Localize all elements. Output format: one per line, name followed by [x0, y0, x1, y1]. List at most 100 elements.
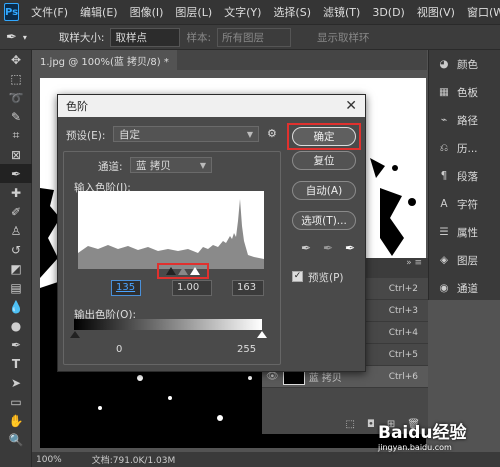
- ok-button[interactable]: 确定: [292, 127, 356, 146]
- histogram: [78, 191, 264, 269]
- eyedropper-icon[interactable]: ✒: [6, 30, 17, 45]
- channel-select[interactable]: 蓝 拷贝 ▼: [130, 157, 212, 173]
- menu-select[interactable]: 选择(S): [267, 4, 317, 20]
- preset-select[interactable]: 自定 ▼: [113, 126, 259, 142]
- panel-properties[interactable]: ☰ 属性: [429, 218, 500, 246]
- options-button[interactable]: 选项(T)...: [292, 211, 356, 230]
- dropdown-arrow-icon[interactable]: ▾: [23, 33, 27, 42]
- panel-character[interactable]: A 字符: [429, 190, 500, 218]
- input-gamma-slider[interactable]: [178, 267, 188, 275]
- history-icon: ⎌: [439, 141, 449, 154]
- input-white-slider[interactable]: [190, 267, 200, 275]
- input-gamma-field[interactable]: 1.00: [172, 280, 212, 296]
- output-white-slider[interactable]: [257, 331, 267, 338]
- palette-icon: ◕: [439, 58, 449, 70]
- menu-type[interactable]: 文字(Y): [218, 4, 267, 20]
- dialog-titlebar: 色阶 ✕: [58, 95, 365, 117]
- blur-tool-icon[interactable]: 💧: [0, 297, 32, 316]
- menu-layer[interactable]: 图层(L): [169, 4, 218, 20]
- menu-edit[interactable]: 编辑(E): [74, 4, 124, 20]
- black-point-eyedropper-icon[interactable]: ✒: [298, 241, 314, 255]
- channels-icon: ◉: [439, 282, 449, 294]
- white-point-eyedropper-icon[interactable]: ✒: [342, 241, 358, 255]
- eye-icon[interactable]: 👁: [266, 371, 279, 382]
- panel-history[interactable]: ⎌ 历...: [429, 134, 500, 162]
- menu-3d[interactable]: 3D(D): [366, 6, 411, 19]
- layers-icon: ◈: [439, 254, 449, 266]
- preset-options-gear-icon[interactable]: ⚙: [267, 127, 277, 140]
- paths-icon: ⌁: [440, 114, 448, 126]
- photoshop-logo: Ps: [4, 3, 20, 21]
- path-select-tool-icon[interactable]: ➤: [0, 373, 32, 392]
- output-black-slider[interactable]: [70, 331, 80, 338]
- document-tab-bar: 1.jpg @ 100%(蓝 拷贝/8) *: [32, 50, 427, 70]
- clone-stamp-tool-icon[interactable]: ♙: [0, 221, 32, 240]
- auto-button[interactable]: 自动(A): [292, 181, 356, 200]
- document-tab[interactable]: 1.jpg @ 100%(蓝 拷贝/8) *: [32, 50, 177, 70]
- eyedropper-tool-icon[interactable]: ✒: [0, 164, 32, 183]
- preview-checkbox[interactable]: ✓: [292, 271, 303, 282]
- panel-layers[interactable]: ◈ 图层: [429, 246, 500, 274]
- chevron-down-icon: ▼: [246, 129, 253, 139]
- input-black-slider[interactable]: [166, 267, 176, 275]
- sample-size-select[interactable]: 取样点: [110, 27, 181, 47]
- quick-select-tool-icon[interactable]: ✎: [0, 107, 32, 126]
- levels-dialog: 色阶 ✕ 预设(E): 自定 ▼ ⚙ 通道: 蓝 拷贝 ▼ 输入色阶(I): 135…: [57, 94, 366, 372]
- character-icon: A: [440, 198, 448, 210]
- input-white-field[interactable]: 163: [232, 280, 264, 296]
- crop-tool-icon[interactable]: ⌗: [0, 126, 32, 145]
- preview-label: 预览(P): [308, 272, 344, 284]
- watermark: Baidu经验 jingyan.baidu.com: [378, 423, 467, 452]
- gray-point-eyedropper-icon[interactable]: ✒: [320, 241, 336, 255]
- gradient-tool-icon[interactable]: ▤: [0, 278, 32, 297]
- zoom-level[interactable]: 100%: [36, 455, 62, 465]
- options-bar: ✒ ▾ 取样大小: 取样点 样本: 所有图层 显示取样环: [0, 24, 500, 50]
- pen-tool-icon[interactable]: ✒: [0, 335, 32, 354]
- menu-window[interactable]: 窗口(W): [461, 4, 500, 20]
- zoom-tool-icon[interactable]: 🔍: [0, 430, 32, 449]
- properties-icon: ☰: [439, 226, 449, 238]
- input-black-field[interactable]: 135: [111, 280, 141, 296]
- right-panel-dock: ◕ 颜色 ▦ 色板 ⌁ 路径 ⎌ 历... ¶ 段落 A 字符 ☰ 属性 ◈ 图层 ◉ 通道: [428, 50, 500, 300]
- output-black-field[interactable]: 0: [111, 342, 141, 358]
- frame-tool-icon[interactable]: ⊠: [0, 145, 32, 164]
- history-brush-tool-icon[interactable]: ↺: [0, 240, 32, 259]
- healing-brush-tool-icon[interactable]: ✚: [0, 183, 32, 202]
- brush-tool-icon[interactable]: ✐: [0, 202, 32, 221]
- channel-label: 通道:: [98, 161, 123, 173]
- lasso-tool-icon[interactable]: ➰: [0, 88, 32, 107]
- marquee-tool-icon[interactable]: ⬚: [0, 69, 32, 88]
- show-ring-checkbox[interactable]: 显示取样环: [317, 30, 370, 45]
- menu-file[interactable]: 文件(F): [25, 4, 74, 20]
- paragraph-icon: ¶: [440, 170, 448, 182]
- menu-image[interactable]: 图像(I): [124, 4, 170, 20]
- sample-select[interactable]: 所有图层: [217, 27, 292, 47]
- menu-view[interactable]: 视图(V): [411, 4, 461, 20]
- type-tool-icon[interactable]: T: [0, 354, 32, 373]
- load-selection-icon[interactable]: ⬚: [346, 419, 355, 430]
- doc-info: 文档:791.0K/1.03M: [91, 456, 176, 466]
- panel-color[interactable]: ◕ 颜色: [429, 50, 500, 78]
- swatches-icon: ▦: [439, 86, 449, 98]
- output-gradient-bar: [74, 319, 262, 330]
- shape-tool-icon[interactable]: ▭: [0, 392, 32, 411]
- save-selection-icon[interactable]: ◘: [367, 419, 375, 430]
- panel-swatches[interactable]: ▦ 色板: [429, 78, 500, 106]
- sample-size-label: 取样大小:: [58, 31, 105, 44]
- menu-filter[interactable]: 滤镜(T): [317, 4, 366, 20]
- output-white-field[interactable]: 255: [232, 342, 264, 358]
- reset-button[interactable]: 复位: [292, 151, 356, 170]
- preset-label: 预设(E):: [66, 130, 106, 142]
- panel-paragraph[interactable]: ¶ 段落: [429, 162, 500, 190]
- eraser-tool-icon[interactable]: ◩: [0, 259, 32, 278]
- panel-paths[interactable]: ⌁ 路径: [429, 106, 500, 134]
- panel-channels[interactable]: ◉ 通道: [429, 274, 500, 302]
- close-icon[interactable]: ✕: [345, 98, 357, 114]
- tools-panel: ✥ ⬚ ➰ ✎ ⌗ ⊠ ✒ ✚ ✐ ♙ ↺ ◩ ▤ 💧 ● ✒ T ➤ ▭ ✋ …: [0, 50, 32, 467]
- dodge-tool-icon[interactable]: ●: [0, 316, 32, 335]
- move-tool-icon[interactable]: ✥: [0, 50, 32, 69]
- chevron-down-icon: ▼: [199, 160, 206, 170]
- histogram-graph: [78, 199, 264, 269]
- menu-bar: Ps 文件(F) 编辑(E) 图像(I) 图层(L) 文字(Y) 选择(S) 滤…: [0, 0, 500, 24]
- hand-tool-icon[interactable]: ✋: [0, 411, 32, 430]
